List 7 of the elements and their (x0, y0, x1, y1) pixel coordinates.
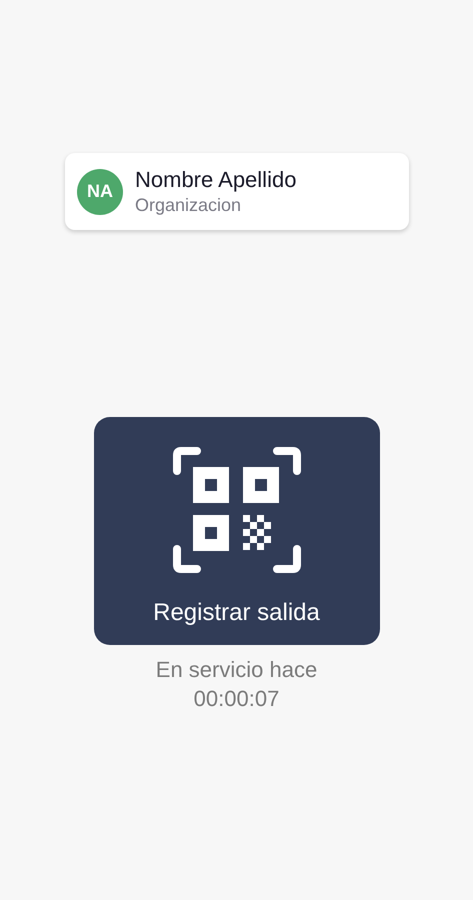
status-label: En servicio hace (156, 656, 318, 684)
check-out-button[interactable]: Registrar salida (94, 417, 380, 645)
organization-name: Organizacion (135, 195, 242, 216)
user-name: Nombre Apellido (135, 167, 296, 193)
qr-scan-icon (172, 447, 300, 573)
elapsed-time: 00:00:07 (194, 685, 280, 713)
avatar: NA (77, 168, 123, 214)
